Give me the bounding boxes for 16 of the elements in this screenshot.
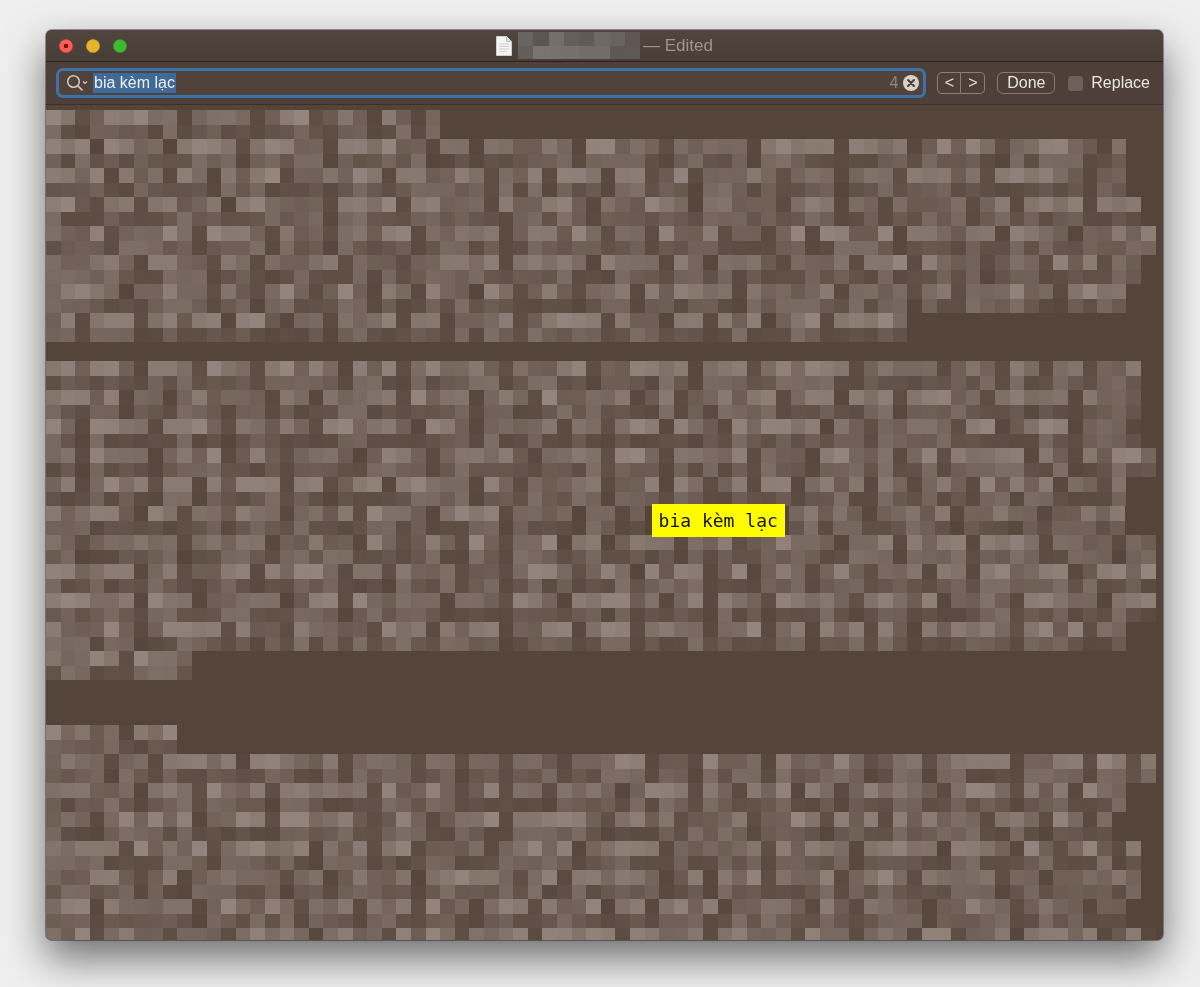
previous-match-button[interactable]: < bbox=[937, 72, 962, 94]
clear-icon[interactable] bbox=[903, 75, 920, 91]
document-icon bbox=[496, 35, 513, 56]
match-count: 4 bbox=[889, 74, 899, 92]
search-icon[interactable] bbox=[66, 74, 88, 92]
close-button[interactable] bbox=[59, 38, 73, 53]
minimize-button[interactable] bbox=[86, 38, 100, 53]
highlighted-match: bia kèm lạc bbox=[651, 504, 785, 537]
done-button[interactable]: Done bbox=[997, 72, 1056, 94]
replace-label[interactable]: Replace bbox=[1091, 74, 1150, 92]
zoom-button[interactable] bbox=[113, 38, 127, 53]
search-query: bia kèm lạc bbox=[93, 73, 176, 93]
window-title: — Edited bbox=[643, 35, 713, 56]
next-match-button[interactable]: > bbox=[961, 72, 986, 94]
search-field[interactable]: bia kèm lạc 4 bbox=[56, 68, 927, 98]
replace-checkbox[interactable] bbox=[1068, 75, 1084, 91]
